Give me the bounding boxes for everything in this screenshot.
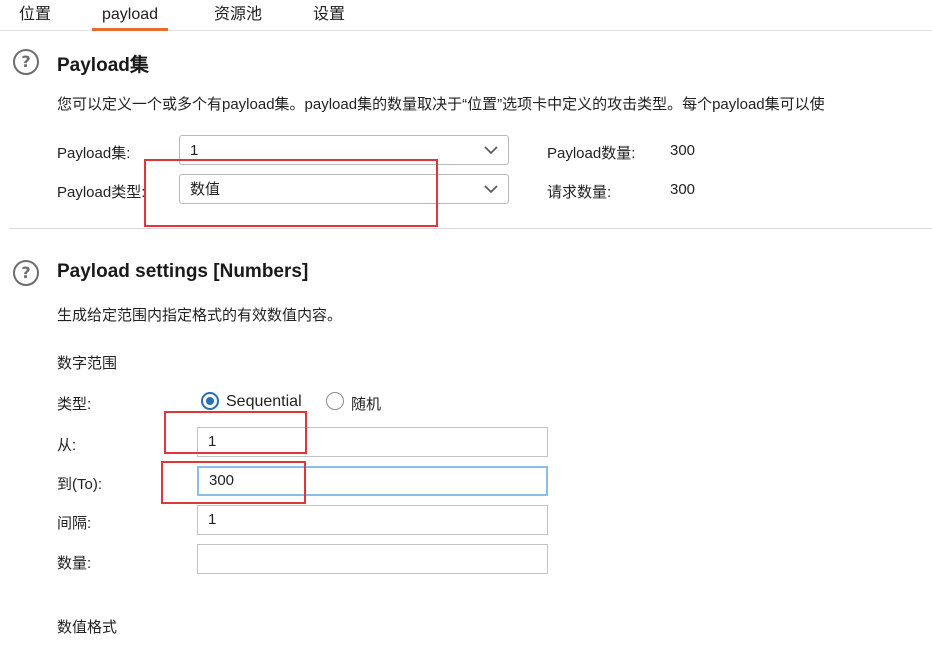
payload-count-label: Payload数量:	[547, 145, 636, 162]
section-divider	[9, 228, 932, 229]
step-value: 1	[208, 511, 217, 528]
payload-settings-description: 生成给定范围内指定格式的有效数值内容。	[57, 307, 343, 324]
tab-payload[interactable]: payload	[92, 0, 169, 31]
chevron-down-icon	[484, 185, 498, 194]
to-label: 到(To):	[57, 476, 103, 493]
payload-count-value: 300	[670, 142, 696, 159]
annotation-box-from	[164, 411, 307, 454]
request-count-label: 请求数量:	[547, 184, 612, 201]
sequential-radio[interactable]	[201, 392, 219, 410]
annotation-box-payload-type	[144, 159, 438, 227]
sequential-label[interactable]: Sequential	[226, 393, 302, 411]
annotation-box-to	[161, 461, 306, 504]
payload-type-label: Payload类型:	[57, 184, 146, 201]
count-label: 数量:	[57, 555, 92, 572]
from-label: 从:	[57, 437, 77, 454]
payload-set-label: Payload集:	[57, 145, 131, 162]
payload-settings-title: Payload settings [Numbers]	[57, 261, 309, 282]
payload-sets-description: 您可以定义一个或多个有payload集。payload集的数量取决于“位置”选项…	[57, 96, 825, 113]
step-label: 间隔:	[57, 515, 92, 532]
range-type-label: 类型:	[57, 396, 92, 413]
help-icon[interactable]: ?	[13, 260, 39, 286]
tab-positions[interactable]: 位置	[19, 0, 51, 30]
left-edge-fragment	[0, 90, 4, 112]
tab-settings[interactable]: 设置	[313, 0, 345, 30]
step-input[interactable]: 1	[197, 505, 548, 535]
count-input[interactable]	[197, 544, 548, 574]
payload-sets-title: Payload集	[57, 55, 149, 76]
number-format-heading: 数值格式	[57, 619, 118, 636]
tab-bar: 位置 payload 资源池 设置	[0, 0, 932, 31]
request-count-value: 300	[670, 181, 696, 198]
tab-resource-pool[interactable]: 资源池	[214, 0, 262, 30]
random-radio[interactable]	[326, 392, 344, 410]
number-range-heading: 数字范围	[57, 355, 118, 372]
random-label[interactable]: 随机	[351, 393, 381, 414]
help-icon[interactable]: ?	[13, 49, 39, 75]
chevron-down-icon	[484, 146, 498, 155]
